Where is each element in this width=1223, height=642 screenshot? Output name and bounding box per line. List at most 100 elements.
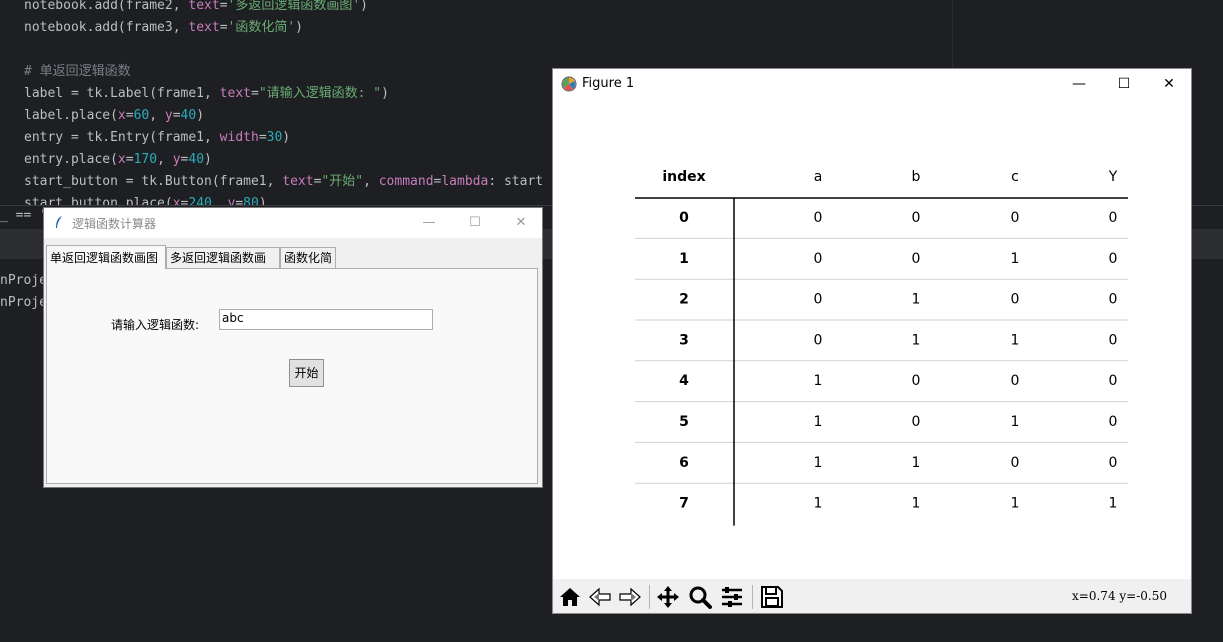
table-cell: 1 [814, 496, 823, 512]
code-line: label = tk.Label(frame1, text="请输入逻辑函数: … [24, 83, 389, 105]
save-icon[interactable] [758, 583, 786, 611]
table-cell: 0 [1109, 414, 1118, 430]
table-cell: 0 [1011, 292, 1020, 308]
table-header-cell: c [1011, 169, 1019, 185]
code-line: entry.place(x=170, y=40) [24, 149, 212, 171]
table-cell: 0 [912, 414, 921, 430]
table-cell: 0 [1109, 373, 1118, 389]
code-token: # 单返回逻辑函数 [24, 64, 131, 79]
code-token: start_button = tk.Button(frame1, [24, 174, 283, 189]
code-line: notebook.add(frame3, text='函数化简') [24, 17, 303, 39]
code-token: text [188, 20, 220, 35]
code-token: notebook.add(frame2, [24, 0, 189, 13]
feather-icon [54, 215, 64, 233]
tk-titlebar[interactable]: 逻辑函数计算器 — ☐ ✕ [44, 208, 542, 238]
table-cell: 0 [814, 210, 823, 226]
row-index-cell: 5 [679, 414, 689, 430]
tab-panel: 请输入逻辑函数: abc 开始 [46, 268, 538, 484]
code-token: ) [381, 86, 389, 101]
code-token: x [117, 152, 126, 167]
forward-icon[interactable] [616, 583, 644, 611]
code-token: = [219, 20, 228, 35]
code-token: 40 [180, 108, 197, 123]
table-cell: 1 [1011, 496, 1020, 512]
figure-titlebar[interactable]: Figure 1 — ☐ ✕ [553, 69, 1191, 99]
table-cell: 0 [814, 332, 823, 348]
tab-single-return[interactable]: 单返回逻辑函数画图 [46, 245, 166, 269]
code-token: = [258, 130, 267, 145]
toolbar-separator [649, 585, 650, 609]
table-header-cell: b [912, 169, 921, 185]
truth-table: index a b c Y0 0 0 0 01 0 0 1 02 0 1 0 03 0 1 1 04 1 0 0 05 1 0 1 06… [635, 169, 1128, 526]
code-line: label.place(x=60, y=40) [24, 105, 204, 127]
tk-app-window: 逻辑函数计算器 — ☐ ✕ 单返回逻辑函数画图 多返回逻辑函数画图 函数化简 请… [43, 207, 543, 488]
tab-simplify[interactable]: 函数化简 [280, 247, 336, 268]
code-line: start_button = tk.Button(frame1, text="开… [24, 171, 543, 193]
table-cell: 0 [814, 251, 823, 267]
row-index-cell: 2 [679, 292, 689, 308]
code-line: entry = tk.Entry(frame1, width=30) [24, 127, 290, 149]
row-index-cell: 6 [679, 455, 689, 471]
table-cell: 1 [912, 332, 921, 348]
table-cell: 1 [1011, 414, 1020, 430]
figure-title: Figure 1 [582, 76, 635, 91]
code-token: y [172, 152, 181, 167]
code-token: ) [196, 108, 205, 123]
figure-canvas[interactable]: index a b c Y 0 0 0 0 0 1 0 0 1 0 2 0 1 0 0 3 0 1 1 0 4 1 0 0 0 5 1 0 1 0 6… [553, 99, 1191, 579]
code-token: ) [295, 20, 303, 35]
code-token: '函数化简' [227, 20, 296, 35]
figure-window: Figure 1 — ☐ ✕ index a b c Y 0 0 0 0 0 1 0 0 1 0 2 0 1 0 0 3… [552, 68, 1192, 614]
code-line: # 单返回逻辑函数 [24, 61, 131, 83]
code-token: lambda [441, 174, 489, 189]
table-cell: 0 [1109, 332, 1118, 348]
table-cell: 0 [814, 292, 823, 308]
close-button[interactable]: ✕ [1146, 69, 1192, 99]
close-button[interactable]: ✕ [498, 208, 544, 238]
code-token: , [149, 108, 165, 123]
table-header-cell: index [662, 169, 705, 185]
zoom-icon[interactable] [686, 583, 714, 611]
code-token: = [219, 0, 228, 13]
code-token: label = tk.Label(frame1, [24, 86, 220, 101]
cursor-coordinates: x=0.74 y=-0.50 [1072, 589, 1167, 603]
start-button[interactable]: 开始 [289, 359, 324, 387]
table-cell: 1 [814, 414, 823, 430]
table-cell: 0 [912, 251, 921, 267]
row-index-cell: 4 [679, 373, 689, 389]
minimize-button[interactable]: — [406, 208, 452, 238]
matplotlib-icon [561, 76, 577, 92]
table-cell: 0 [912, 373, 921, 389]
toolbar-separator [752, 585, 753, 609]
home-icon[interactable] [556, 583, 584, 611]
maximize-button[interactable]: ☐ [1101, 69, 1147, 99]
code-token: , [363, 174, 379, 189]
table-cell: 1 [912, 455, 921, 471]
pan-icon[interactable] [654, 583, 682, 611]
table-cell: 1 [912, 292, 921, 308]
table-cell: 1 [1011, 332, 1020, 348]
code-token: y [164, 108, 173, 123]
table-cell: 0 [1109, 210, 1118, 226]
code-token: x [117, 108, 126, 123]
code-token: text [282, 174, 314, 189]
maximize-button[interactable]: ☐ [452, 208, 498, 238]
table-cell: 1 [912, 496, 921, 512]
configure-subplots-icon[interactable] [718, 583, 746, 611]
table-cell: 0 [1109, 455, 1118, 471]
table-cell: 1 [814, 373, 823, 389]
table-cell: 0 [1011, 373, 1020, 389]
code-token: "开始" [321, 174, 364, 189]
back-icon[interactable] [586, 583, 614, 611]
row-index-cell: 0 [679, 210, 689, 226]
code-token: command [378, 174, 434, 189]
tab-multi-return[interactable]: 多返回逻辑函数画图 [166, 247, 280, 286]
run-output-line: nProje [0, 273, 47, 288]
code-token: , [157, 152, 173, 167]
code-token: label.place( [24, 108, 118, 123]
table-header-cell: Y [1108, 169, 1118, 185]
function-input[interactable]: abc [219, 309, 433, 330]
row-index-cell: 3 [679, 332, 689, 348]
code-token: width [219, 130, 259, 145]
minimize-button[interactable]: — [1056, 69, 1102, 99]
code-token: entry.place( [24, 152, 118, 167]
